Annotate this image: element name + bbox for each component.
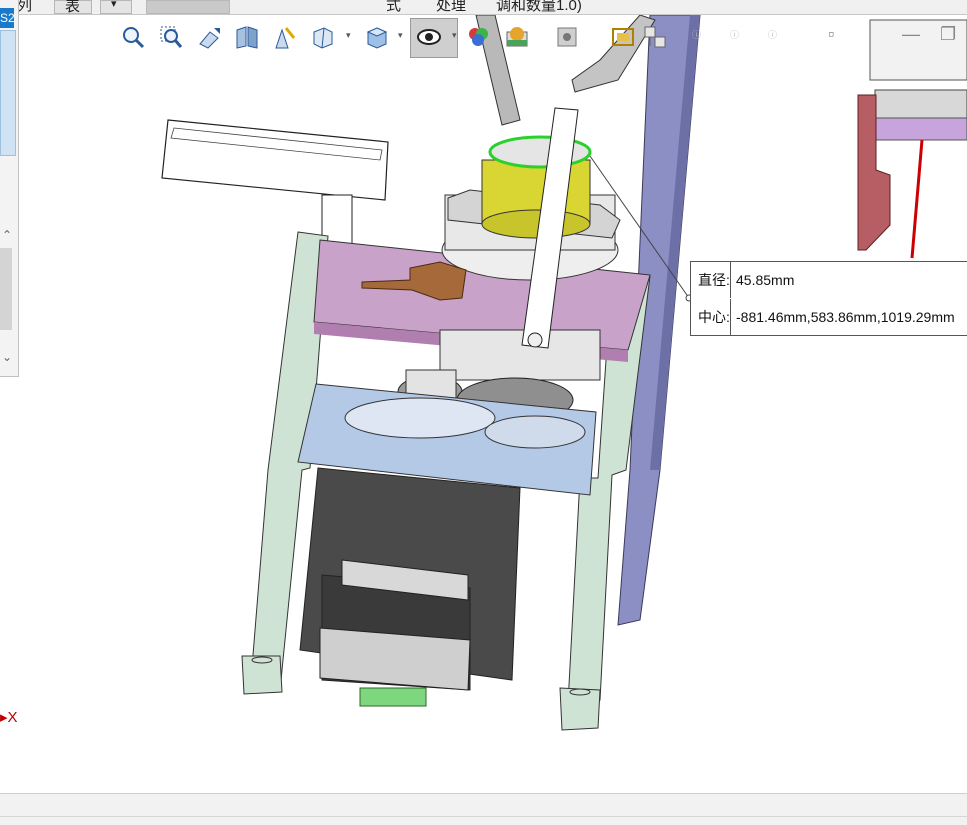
diameter-value: 45.85mm bbox=[736, 272, 795, 288]
chevron-down-icon[interactable]: ▾ bbox=[346, 30, 356, 44]
diameter-label: 直径: bbox=[691, 262, 731, 298]
chevron-down-icon[interactable]: ▾ bbox=[398, 30, 408, 44]
triad-x-text: X bbox=[7, 709, 18, 726]
zoom-to-fit-icon[interactable] bbox=[118, 20, 148, 54]
panel-tab[interactable]: S2 bbox=[0, 8, 14, 28]
apply-scene-icon[interactable] bbox=[502, 20, 532, 54]
menu-item-table-box[interactable]: 表 bbox=[54, 0, 92, 14]
chevron-down-icon: ▾ bbox=[111, 0, 117, 10]
panel-scrollbar[interactable] bbox=[0, 248, 12, 330]
center-row: 中心: -881.46mm,583.86mm,1019.29mm bbox=[691, 299, 967, 335]
info-icon-3[interactable]: ⓘ bbox=[768, 28, 778, 42]
view-settings-icon[interactable] bbox=[552, 20, 582, 54]
info-icon-1[interactable]: ⓘ bbox=[692, 28, 702, 42]
view-orientation-icon[interactable] bbox=[308, 20, 338, 54]
menu-item-table: 表 bbox=[65, 0, 81, 15]
triad-x-arrow: ▸ bbox=[0, 709, 8, 726]
center-label: 中心: bbox=[691, 299, 731, 335]
status-bar bbox=[0, 793, 967, 825]
hide-show-items-icon[interactable] bbox=[414, 20, 444, 54]
chevron-down-icon[interactable]: ⌄ bbox=[2, 350, 12, 364]
screen-capture-icon[interactable] bbox=[608, 20, 638, 54]
menu-dropdown[interactable]: ▾ bbox=[100, 0, 132, 14]
chevron-down-icon[interactable]: ▾ bbox=[452, 30, 462, 44]
display-style-icon[interactable] bbox=[362, 20, 392, 54]
panel-list[interactable] bbox=[0, 30, 16, 156]
edit-appearance-icon[interactable] bbox=[464, 20, 494, 54]
cad-model[interactable] bbox=[0, 15, 967, 793]
orient-icon[interactable] bbox=[640, 20, 670, 54]
center-value: -881.46mm,583.86mm,1019.29mm bbox=[736, 309, 955, 325]
previous-view-icon[interactable] bbox=[194, 20, 224, 54]
menu-bar: 阵列 表 ▾ 式 处理 调和数量1.0) bbox=[0, 0, 967, 15]
section-view-icon[interactable] bbox=[232, 20, 262, 54]
info-icon-2[interactable]: ⓘ bbox=[730, 28, 740, 42]
zoom-area-icon[interactable] bbox=[156, 20, 186, 54]
status-divider bbox=[0, 816, 967, 817]
triad-x-label: ▸X bbox=[0, 708, 18, 726]
menu-field[interactable] bbox=[146, 0, 230, 14]
measure-tooltip: 直径: 45.85mm 中心: -881.46mm,583.86mm,1019.… bbox=[690, 261, 967, 336]
menu-item-process[interactable]: 处理 bbox=[436, 0, 466, 14]
chevron-up-icon[interactable]: ⌃ bbox=[2, 228, 12, 242]
menu-item-blend-count[interactable]: 调和数量1.0) bbox=[496, 0, 582, 14]
minimize-button[interactable]: — bbox=[902, 24, 920, 45]
graphics-viewport[interactable] bbox=[0, 15, 967, 793]
left-panel: S2 ⌃ ⌄ bbox=[0, 0, 19, 377]
dynamic-annotation-icon[interactable] bbox=[270, 20, 300, 54]
restore-button[interactable]: ❐ bbox=[940, 24, 956, 45]
menu-item-style[interactable]: 式 bbox=[386, 0, 401, 14]
split-view-icon[interactable]: ▫ bbox=[828, 24, 834, 45]
diameter-row: 直径: 45.85mm bbox=[691, 262, 967, 299]
